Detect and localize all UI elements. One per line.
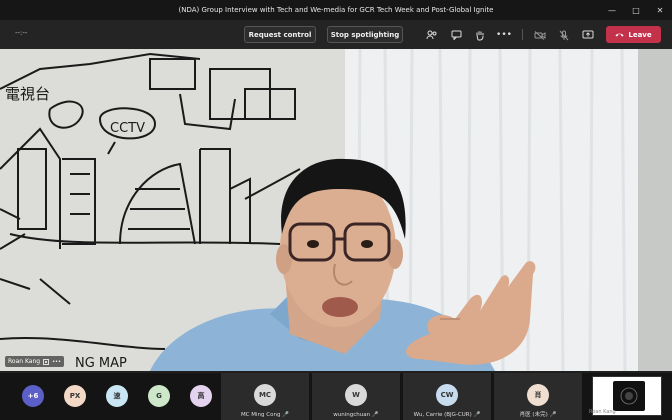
participant-avatar: MC [254, 384, 276, 406]
participant-name-text: MC Ming Cong [240, 412, 281, 418]
teams-meeting-window: (NDA) Group Interview with Tech and We-m… [0, 0, 672, 420]
participant-avatar[interactable]: 速 [106, 385, 128, 407]
wall-text-cctv: CCTV [110, 121, 145, 136]
phone-hangup-icon [615, 33, 624, 37]
overflow-participants-button[interactable]: +6 [22, 385, 44, 407]
wall-text-tv-station: 電視台 [5, 85, 50, 103]
participant-name: Wu, Carrie (BJG-CUR) 🎤 [403, 412, 491, 418]
more-icon[interactable]: ••• [496, 28, 512, 42]
wall-text-map: NG MAP [75, 356, 127, 371]
title-bar: (NDA) Group Interview with Tech and We-m… [0, 0, 672, 20]
share-icon[interactable] [581, 28, 595, 42]
window-title: (NDA) Group Interview with Tech and We-m… [178, 6, 494, 14]
leave-button[interactable]: Leave [606, 26, 661, 43]
participant-tile[interactable]: W wuningchuan 🎤 [312, 373, 400, 420]
maximize-icon[interactable]: □ [624, 0, 648, 20]
people-icon[interactable] [425, 28, 439, 42]
request-control-button[interactable]: Request control [244, 26, 316, 43]
close-icon[interactable]: ✕ [648, 0, 672, 20]
participant-avatar: CW [436, 384, 458, 406]
mic-off-icon: 🎤 [282, 412, 290, 418]
participant-tile[interactable]: 肖 肖医 (未完) 🎤 [494, 373, 582, 420]
participant-avatar: W [345, 384, 367, 406]
participant-avatar[interactable]: PX [64, 385, 86, 407]
participant-name-text: Wu, Carrie (BJG-CUR) [413, 412, 472, 418]
raise-hand-icon[interactable] [473, 28, 487, 42]
mic-off-icon: 🎤 [473, 412, 481, 418]
spotlight-video: CCTV 電視台 NG MAP [0, 49, 672, 371]
chat-icon[interactable] [449, 28, 463, 42]
participant-avatar: 肖 [527, 384, 549, 406]
mic-off-icon: 🎤 [549, 412, 557, 418]
participant-name: 肖医 (未完) 🎤 [494, 410, 582, 418]
toolbar-divider [522, 29, 523, 40]
camera-off-icon[interactable] [533, 28, 547, 42]
mic-off-icon: 🎤 [371, 412, 379, 418]
mic-off-icon[interactable] [557, 28, 571, 42]
window-controls: — □ ✕ [600, 0, 672, 20]
participant-tile[interactable]: CW Wu, Carrie (BJG-CUR) 🎤 [403, 373, 491, 420]
self-view-image [613, 381, 645, 411]
more-options-icon[interactable]: ••• [52, 359, 61, 365]
stop-spotlighting-button[interactable]: Stop spotlighting [327, 26, 403, 43]
meeting-toolbar: --:-- Request control Stop spotlighting … [0, 20, 672, 49]
participant-name: wuningchuan 🎤 [312, 412, 400, 418]
spotlight-icon [43, 358, 49, 365]
speaker-video-frame: CCTV 電視台 NG MAP [0, 49, 672, 371]
participant-avatar[interactable]: G [148, 385, 170, 407]
participant-name-text: 肖医 (未完) [519, 412, 548, 418]
participant-tile[interactable]: MC MC Ming Cong 🎤 [221, 373, 309, 420]
speaker-name: Roan Kang [8, 358, 41, 365]
minimize-icon[interactable]: — [600, 0, 624, 20]
participant-avatar[interactable]: 高 [190, 385, 212, 407]
speaker-name-tag: Roan Kang ••• [5, 356, 64, 367]
participant-gallery: +6 PX 速 G 高 MC MC Ming Cong 🎤 W wuningch… [0, 373, 672, 420]
participant-name: MC Ming Cong 🎤 [221, 412, 309, 418]
leave-label: Leave [628, 30, 652, 39]
participant-name-text: wuningchuan [333, 412, 371, 418]
self-view-name: Roan Kang [589, 409, 616, 415]
meeting-timer: --:-- [15, 29, 28, 37]
